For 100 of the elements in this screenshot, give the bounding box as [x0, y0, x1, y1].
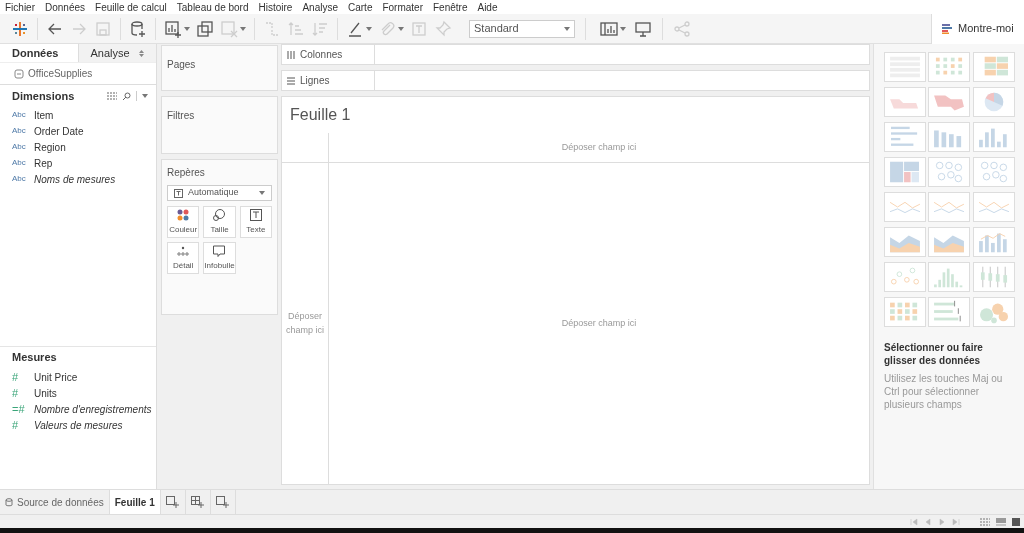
data-source-icon [14, 68, 24, 79]
chart-type-thumbnail[interactable] [884, 87, 926, 117]
shelf[interactable]: Lignes [281, 70, 870, 91]
chart-type-thumbnail[interactable] [972, 52, 1015, 82]
sheet-tab[interactable]: Feuille 1 [109, 490, 161, 514]
color-dots-icon [176, 208, 191, 222]
drop-zone-text: Déposer champ ici [285, 310, 325, 337]
field-name[interactable]: Item [34, 107, 54, 123]
text-box-icon [248, 208, 263, 222]
text-box-icon [174, 188, 183, 198]
shelf[interactable]: Colonnes [281, 44, 870, 65]
mark-type-dropdown[interactable]: Automatique [167, 185, 272, 201]
menu-item[interactable]: Fichier [5, 0, 35, 15]
rows-icon [287, 76, 295, 85]
caret-icon[interactable] [398, 26, 404, 31]
show-me-heading: Sélectionner ou faire glisser des données [884, 341, 984, 367]
field-type-label: Abc [12, 157, 27, 169]
presentation-icon[interactable] [634, 19, 652, 38]
mark-property-button[interactable]: Détail [167, 242, 200, 274]
menu-item[interactable]: Tableau de bord [176, 0, 249, 15]
grid-view-icon[interactable] [980, 517, 990, 526]
logo-icon[interactable] [11, 19, 29, 38]
field-name[interactable]: Units [34, 385, 57, 401]
mark-property-button[interactable]: Taille [203, 206, 236, 238]
chart-type-thumbnail[interactable] [928, 157, 971, 187]
navigation-arrow-icon[interactable] [952, 517, 960, 526]
grid-view-icon[interactable] [107, 92, 117, 100]
field-type-label: =# [12, 401, 26, 417]
chart-type-thumbnail[interactable] [884, 262, 926, 292]
card-title: Repères [167, 166, 206, 180]
mark-property-button[interactable]: Texte [239, 206, 272, 238]
single-view-icon[interactable] [1012, 517, 1020, 526]
chart-type-thumbnail[interactable] [972, 227, 1015, 257]
field-name[interactable]: Order Date [34, 123, 84, 139]
filters-card: Filtres [161, 96, 278, 154]
new-dashboard-icon[interactable] [191, 496, 205, 508]
field-type-label: Abc [12, 173, 27, 185]
caret-icon[interactable] [184, 26, 190, 31]
cards-view-icon[interactable] [600, 19, 618, 38]
database-plus-icon[interactable] [129, 19, 147, 38]
menu-item[interactable]: Données [45, 0, 86, 15]
menu-item[interactable]: Analyse [302, 0, 338, 15]
filmstrip-view-icon[interactable] [996, 517, 1006, 526]
chart-type-thumbnail[interactable] [884, 122, 926, 152]
columns-icon [287, 50, 295, 59]
chart-type-thumbnail[interactable] [884, 192, 926, 222]
chart-type-thumbnail[interactable] [928, 87, 971, 117]
chart-type-thumbnail[interactable] [928, 52, 971, 82]
navigation-arrow-icon[interactable] [910, 517, 918, 526]
data-pane-tab[interactable]: Analyse [77, 44, 156, 62]
caret-icon[interactable] [240, 26, 246, 31]
duplicate-sheet-icon[interactable] [196, 19, 214, 38]
chart-type-thumbnail[interactable] [972, 262, 1015, 292]
bar-chart-plus-icon[interactable] [164, 19, 182, 38]
chart-type-thumbnail[interactable] [884, 297, 926, 327]
field-type-label: Abc [12, 109, 27, 121]
chart-type-thumbnail[interactable] [972, 87, 1015, 117]
field-name[interactable]: Region [34, 139, 66, 155]
sort-arrows-icon[interactable] [139, 49, 144, 57]
chart-type-thumbnail[interactable] [884, 52, 926, 82]
show-me-tab[interactable]: Montre-moi [931, 13, 1024, 44]
new-sheet-icon[interactable] [166, 496, 180, 508]
search-icon[interactable] [122, 91, 131, 101]
field-name[interactable]: Noms de mesures [34, 171, 116, 187]
menu-item[interactable]: Histoire [258, 0, 293, 15]
field-name[interactable]: Nombre d'enregistrements [34, 401, 152, 417]
pages-card: Pages [161, 45, 278, 91]
field-name[interactable]: Unit Price [34, 369, 78, 385]
chart-type-thumbnail[interactable] [928, 192, 971, 222]
chart-type-thumbnail[interactable] [928, 297, 971, 327]
speech-bubble-icon [212, 244, 227, 258]
caret-icon[interactable] [366, 26, 372, 31]
mark-property-button[interactable]: Infobulle [203, 242, 236, 274]
chart-type-thumbnail[interactable] [972, 192, 1015, 222]
chart-type-thumbnail[interactable] [884, 227, 926, 257]
chart-type-thumbnail[interactable] [972, 157, 1015, 187]
chart-type-thumbnail[interactable] [884, 157, 926, 187]
field-type-label: # [12, 385, 20, 401]
caret-icon[interactable] [259, 191, 265, 195]
menu-item[interactable]: Carte [348, 0, 373, 15]
chart-type-thumbnail[interactable] [928, 262, 971, 292]
chart-type-thumbnail[interactable] [972, 122, 1015, 152]
chart-type-thumbnail[interactable] [928, 122, 971, 152]
menu-item[interactable]: Formater [382, 0, 423, 15]
field-type-label: Abc [12, 125, 27, 137]
caret-icon[interactable] [564, 26, 570, 31]
chart-type-thumbnail[interactable] [928, 227, 971, 257]
detail-dots-icon [176, 244, 191, 258]
fit-dropdown[interactable]: Standard [469, 19, 575, 38]
menu-item[interactable]: Aide [477, 0, 498, 15]
menu-item[interactable]: Feuille de calcul [95, 0, 167, 15]
mark-property-button[interactable]: Couleur [167, 206, 200, 238]
data-source-name[interactable]: OfficeSupplies [28, 66, 93, 81]
caret-icon[interactable] [620, 26, 626, 31]
menu-item[interactable]: Fenêtre [433, 0, 468, 15]
chart-type-thumbnail[interactable] [972, 297, 1015, 327]
new-story-icon[interactable] [216, 496, 230, 508]
field-name[interactable]: Valeurs de mesures [34, 417, 123, 433]
caret-icon[interactable] [142, 94, 148, 98]
field-name[interactable]: Rep [34, 155, 53, 171]
